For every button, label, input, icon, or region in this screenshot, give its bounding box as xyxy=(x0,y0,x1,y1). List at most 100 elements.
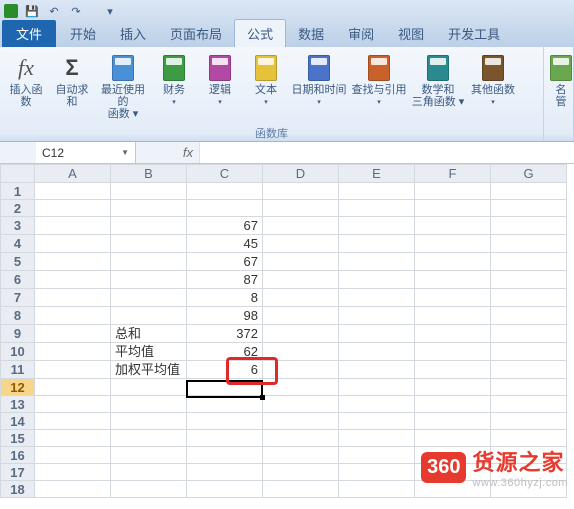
cell-D17[interactable] xyxy=(263,464,339,481)
row-header-8[interactable]: 8 xyxy=(1,307,35,325)
cell-A6[interactable] xyxy=(35,271,111,289)
col-header-G[interactable]: G xyxy=(491,165,567,183)
tab-layout[interactable]: 页面布局 xyxy=(158,20,234,47)
cell-C8[interactable]: 98 xyxy=(187,307,263,325)
cell-G4[interactable] xyxy=(491,235,567,253)
cell-B14[interactable] xyxy=(111,413,187,430)
cell-B2[interactable] xyxy=(111,200,187,217)
insert-function-button[interactable]: fx 插入函数 xyxy=(4,51,48,111)
cell-F15[interactable] xyxy=(415,430,491,447)
cell-D9[interactable] xyxy=(263,325,339,343)
col-header-C[interactable]: C xyxy=(187,165,263,183)
cell-A17[interactable] xyxy=(35,464,111,481)
cell-G6[interactable] xyxy=(491,271,567,289)
cell-B7[interactable] xyxy=(111,289,187,307)
cell-E8[interactable] xyxy=(339,307,415,325)
math-button[interactable]: 数学和 三角函数 ▾ xyxy=(410,51,466,111)
cell-A16[interactable] xyxy=(35,447,111,464)
row-header-18[interactable]: 18 xyxy=(1,481,35,498)
tab-developer[interactable]: 开发工具 xyxy=(436,20,512,47)
cell-E12[interactable] xyxy=(339,379,415,396)
cell-G1[interactable] xyxy=(491,183,567,200)
fx-label[interactable]: fx xyxy=(136,142,200,163)
cell-D11[interactable] xyxy=(263,361,339,379)
tab-file[interactable]: 文件 xyxy=(2,20,56,47)
cell-C3[interactable]: 67 xyxy=(187,217,263,235)
cell-D5[interactable] xyxy=(263,253,339,271)
cell-F7[interactable] xyxy=(415,289,491,307)
cell-G13[interactable] xyxy=(491,396,567,413)
cell-G5[interactable] xyxy=(491,253,567,271)
cell-A11[interactable] xyxy=(35,361,111,379)
redo-icon[interactable]: ↷ xyxy=(68,3,84,19)
row-header-15[interactable]: 15 xyxy=(1,430,35,447)
cell-C2[interactable] xyxy=(187,200,263,217)
cell-C16[interactable] xyxy=(187,447,263,464)
cell-E4[interactable] xyxy=(339,235,415,253)
cell-C18[interactable] xyxy=(187,481,263,498)
col-header-E[interactable]: E xyxy=(339,165,415,183)
cell-A13[interactable] xyxy=(35,396,111,413)
row-header-7[interactable]: 7 xyxy=(1,289,35,307)
cell-G11[interactable] xyxy=(491,361,567,379)
name-manager-button[interactable]: 名 管 xyxy=(548,51,574,111)
formula-input[interactable] xyxy=(200,142,574,163)
tab-data[interactable]: 数据 xyxy=(286,20,336,47)
cell-C1[interactable] xyxy=(187,183,263,200)
cell-B17[interactable] xyxy=(111,464,187,481)
cell-E16[interactable] xyxy=(339,447,415,464)
cell-F11[interactable] xyxy=(415,361,491,379)
row-header-16[interactable]: 16 xyxy=(1,447,35,464)
cell-D3[interactable] xyxy=(263,217,339,235)
cell-D12[interactable] xyxy=(263,379,339,396)
cell-B5[interactable] xyxy=(111,253,187,271)
cell-G2[interactable] xyxy=(491,200,567,217)
col-header-F[interactable]: F xyxy=(415,165,491,183)
cell-C13[interactable] xyxy=(187,396,263,413)
cell-B8[interactable] xyxy=(111,307,187,325)
cell-A3[interactable] xyxy=(35,217,111,235)
cell-B6[interactable] xyxy=(111,271,187,289)
cell-C6[interactable]: 87 xyxy=(187,271,263,289)
cell-C10[interactable]: 62 xyxy=(187,343,263,361)
cell-D2[interactable] xyxy=(263,200,339,217)
cell-F6[interactable] xyxy=(415,271,491,289)
cell-G15[interactable] xyxy=(491,430,567,447)
lookup-button[interactable]: 查找与引用 ▾ xyxy=(350,51,408,109)
cell-A2[interactable] xyxy=(35,200,111,217)
cell-F9[interactable] xyxy=(415,325,491,343)
col-header-A[interactable]: A xyxy=(35,165,111,183)
cell-G7[interactable] xyxy=(491,289,567,307)
cell-D16[interactable] xyxy=(263,447,339,464)
cell-D18[interactable] xyxy=(263,481,339,498)
row-header-14[interactable]: 14 xyxy=(1,413,35,430)
cell-F16[interactable] xyxy=(415,447,491,464)
cell-D10[interactable] xyxy=(263,343,339,361)
cell-G12[interactable] xyxy=(491,379,567,396)
cell-C5[interactable]: 67 xyxy=(187,253,263,271)
cell-E5[interactable] xyxy=(339,253,415,271)
cell-B3[interactable] xyxy=(111,217,187,235)
cell-A4[interactable] xyxy=(35,235,111,253)
cell-F2[interactable] xyxy=(415,200,491,217)
cell-B9[interactable]: 总和 xyxy=(111,325,187,343)
row-header-3[interactable]: 3 xyxy=(1,217,35,235)
cell-F18[interactable] xyxy=(415,481,491,498)
datetime-button[interactable]: 日期和时间 ▾ xyxy=(290,51,348,109)
row-header-2[interactable]: 2 xyxy=(1,200,35,217)
cell-B15[interactable] xyxy=(111,430,187,447)
tab-home[interactable]: 开始 xyxy=(58,20,108,47)
cell-F8[interactable] xyxy=(415,307,491,325)
cell-G14[interactable] xyxy=(491,413,567,430)
cell-A12[interactable] xyxy=(35,379,111,396)
row-header-12[interactable]: 12 xyxy=(1,379,35,396)
tab-insert[interactable]: 插入 xyxy=(108,20,158,47)
row-header-17[interactable]: 17 xyxy=(1,464,35,481)
cell-F13[interactable] xyxy=(415,396,491,413)
cell-A5[interactable] xyxy=(35,253,111,271)
tab-formulas[interactable]: 公式 xyxy=(234,19,286,47)
cell-E11[interactable] xyxy=(339,361,415,379)
recent-functions-button[interactable]: 最近使用的 函数 ▾ xyxy=(96,51,150,123)
cell-B18[interactable] xyxy=(111,481,187,498)
cell-A14[interactable] xyxy=(35,413,111,430)
